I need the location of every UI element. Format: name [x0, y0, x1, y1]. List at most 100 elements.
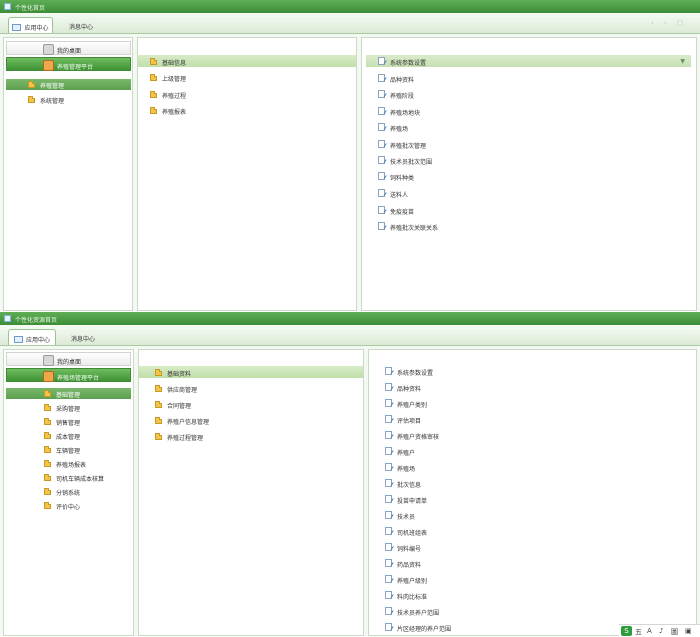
folder-icon	[44, 418, 51, 425]
ime-settings-icon[interactable]: ▣	[685, 627, 692, 635]
sidebar-item-label: 销售管理	[56, 420, 81, 427]
menu-item-process[interactable]: 养殖过程管理	[139, 430, 357, 442]
platform-button[interactable]: 养殖场管理平台	[6, 368, 131, 382]
function-item[interactable]: 司机班组表	[369, 525, 694, 537]
function-item[interactable]: 送料人	[366, 187, 691, 199]
ime-toolbar: S 五 A ♪ 圖 ▣	[619, 624, 700, 637]
sidebar-item-vehicle[interactable]: 车辆管理	[6, 444, 131, 455]
folder-icon	[155, 433, 162, 440]
sidebar-item-label: 成本管理	[56, 434, 81, 441]
function-item[interactable]: 系统参数设置	[369, 365, 694, 377]
ime-logo-icon[interactable]: S	[621, 626, 632, 636]
forward-icon[interactable]: ›	[664, 19, 667, 27]
sidebar-item-system[interactable]: 系统管理	[6, 94, 131, 105]
window-title: 个性化资源首页	[15, 317, 58, 324]
function-item[interactable]: 养殖户类别	[369, 397, 694, 409]
my-desktop-button[interactable]: 我的桌面	[6, 352, 131, 366]
menu-item-reports[interactable]: 养殖报表	[138, 104, 356, 116]
menu-item-contract[interactable]: 合同管理	[139, 398, 357, 410]
platform-button[interactable]: 养殖管理平台	[6, 57, 131, 71]
app-icon	[4, 315, 11, 322]
function-item[interactable]: 品种资料	[369, 381, 694, 393]
document-icon	[385, 399, 392, 407]
function-item[interactable]: 养殖批次管理	[366, 138, 691, 150]
tab-message-center[interactable]: 消息中心	[60, 17, 102, 33]
menu-item-label: 供应商管理	[167, 387, 198, 394]
document-icon	[385, 511, 392, 519]
function-item[interactable]: 养殖场	[366, 121, 691, 133]
function-item[interactable]: 评估项目	[369, 413, 694, 425]
title-bar: 个性化首页	[0, 0, 700, 13]
sidebar-item-distribution[interactable]: 分销系统	[6, 486, 131, 497]
sidebar-item-label: 分销系统	[56, 490, 81, 497]
desktop-icon	[43, 355, 54, 366]
top-window: 个性化首页 应用中心 消息中心 ‹ › ▢ 我的桌面 养殖管理平台 养殖管理 系…	[0, 0, 700, 311]
my-desktop-button[interactable]: 我的桌面	[6, 41, 131, 55]
sidebar-item-sales[interactable]: 销售管理	[6, 416, 131, 427]
sidebar-item-cost[interactable]: 成本管理	[6, 430, 131, 441]
sidebar-item-driver-cost[interactable]: 司机车辆成本核算	[6, 472, 131, 483]
ime-width-icon[interactable]: A	[647, 627, 652, 635]
button-label: 我的桌面	[57, 359, 82, 366]
function-item[interactable]: 养殖户	[369, 445, 694, 457]
folder-icon	[44, 446, 51, 453]
function-item-label: 司机班组表	[397, 530, 428, 537]
sidebar-item-reports[interactable]: 养殖场报表	[6, 458, 131, 469]
back-icon[interactable]: ‹	[651, 19, 654, 27]
function-item[interactable]: 养殖批次关联关系	[366, 220, 691, 232]
function-item[interactable]: 免疫疫苗	[366, 204, 691, 216]
function-item[interactable]: 养殖户资格审核	[369, 429, 694, 441]
sidebar-item-farming[interactable]: 养殖管理	[6, 79, 131, 90]
menu-item-basic-info[interactable]: 基础信息	[138, 55, 356, 67]
function-item[interactable]: 养殖场	[369, 461, 694, 473]
tab-app-center[interactable]: 应用中心	[8, 17, 53, 33]
folder-icon	[155, 417, 162, 424]
document-icon	[378, 90, 385, 98]
document-icon	[378, 107, 385, 115]
function-item[interactable]: 技术员批次范围	[366, 154, 691, 166]
function-item[interactable]: 养殖场地块	[366, 105, 691, 117]
function-item[interactable]: 技术员	[369, 509, 694, 521]
function-item[interactable]: 饲料编号	[369, 541, 694, 553]
menu-item-label: 养殖过程管理	[167, 435, 204, 442]
sidebar-item-evaluation[interactable]: 评价中心	[6, 500, 131, 511]
menu-item-process[interactable]: 养殖过程	[138, 88, 356, 100]
function-item[interactable]: 养殖户级别	[369, 573, 694, 585]
function-item-label: 系统参数设置	[390, 60, 427, 67]
menu-item-superior[interactable]: 上级管理	[138, 71, 356, 83]
tab-message-center[interactable]: 消息中心	[62, 329, 104, 345]
app-icon	[4, 3, 11, 10]
sidebar-item-basic[interactable]: 基础管理	[6, 388, 131, 399]
tab-label: 应用中心	[24, 25, 49, 32]
ime-sound-icon[interactable]: ♪	[659, 627, 663, 635]
dropdown-icon[interactable]: ▼	[680, 58, 685, 65]
function-item[interactable]: 系统参数设置 ▼	[366, 55, 691, 67]
document-icon	[385, 415, 392, 423]
function-item[interactable]: 药品资料	[369, 557, 694, 569]
function-item[interactable]: 料肉比标准	[369, 589, 694, 601]
function-item[interactable]: 养殖阶段	[366, 88, 691, 100]
tab-app-center[interactable]: 应用中心	[8, 329, 56, 345]
folder-icon	[155, 385, 162, 392]
function-item[interactable]: 饲料种类	[366, 170, 691, 182]
menu-item-basic-data[interactable]: 基础资料	[139, 366, 363, 378]
function-item[interactable]: 技术员养户范围	[369, 605, 694, 617]
sidebar-item-purchase[interactable]: 采购管理	[6, 402, 131, 413]
sidebar-item-label: 采购管理	[56, 406, 81, 413]
menu-item-label: 上级管理	[162, 76, 187, 83]
tab-bar: 应用中心 消息中心 ‹ › ▢	[0, 13, 700, 34]
tab-label: 消息中心	[68, 24, 93, 31]
function-item[interactable]: 品种资料	[366, 72, 691, 84]
document-icon	[385, 447, 392, 455]
menu-item-supplier[interactable]: 供应商管理	[139, 382, 357, 394]
restore-icon[interactable]: ▢	[677, 19, 684, 27]
tab-label: 应用中心	[25, 337, 50, 344]
function-item-label: 养殖场	[390, 126, 409, 133]
function-item[interactable]: 批次信息	[369, 477, 694, 489]
document-icon	[385, 463, 392, 471]
menu-item-farmer-info[interactable]: 养殖户信息管理	[139, 414, 357, 426]
document-icon	[385, 495, 392, 503]
function-item[interactable]: 投苗申请单	[369, 493, 694, 505]
function-item-label: 品种资料	[397, 386, 422, 393]
document-icon	[378, 189, 385, 197]
